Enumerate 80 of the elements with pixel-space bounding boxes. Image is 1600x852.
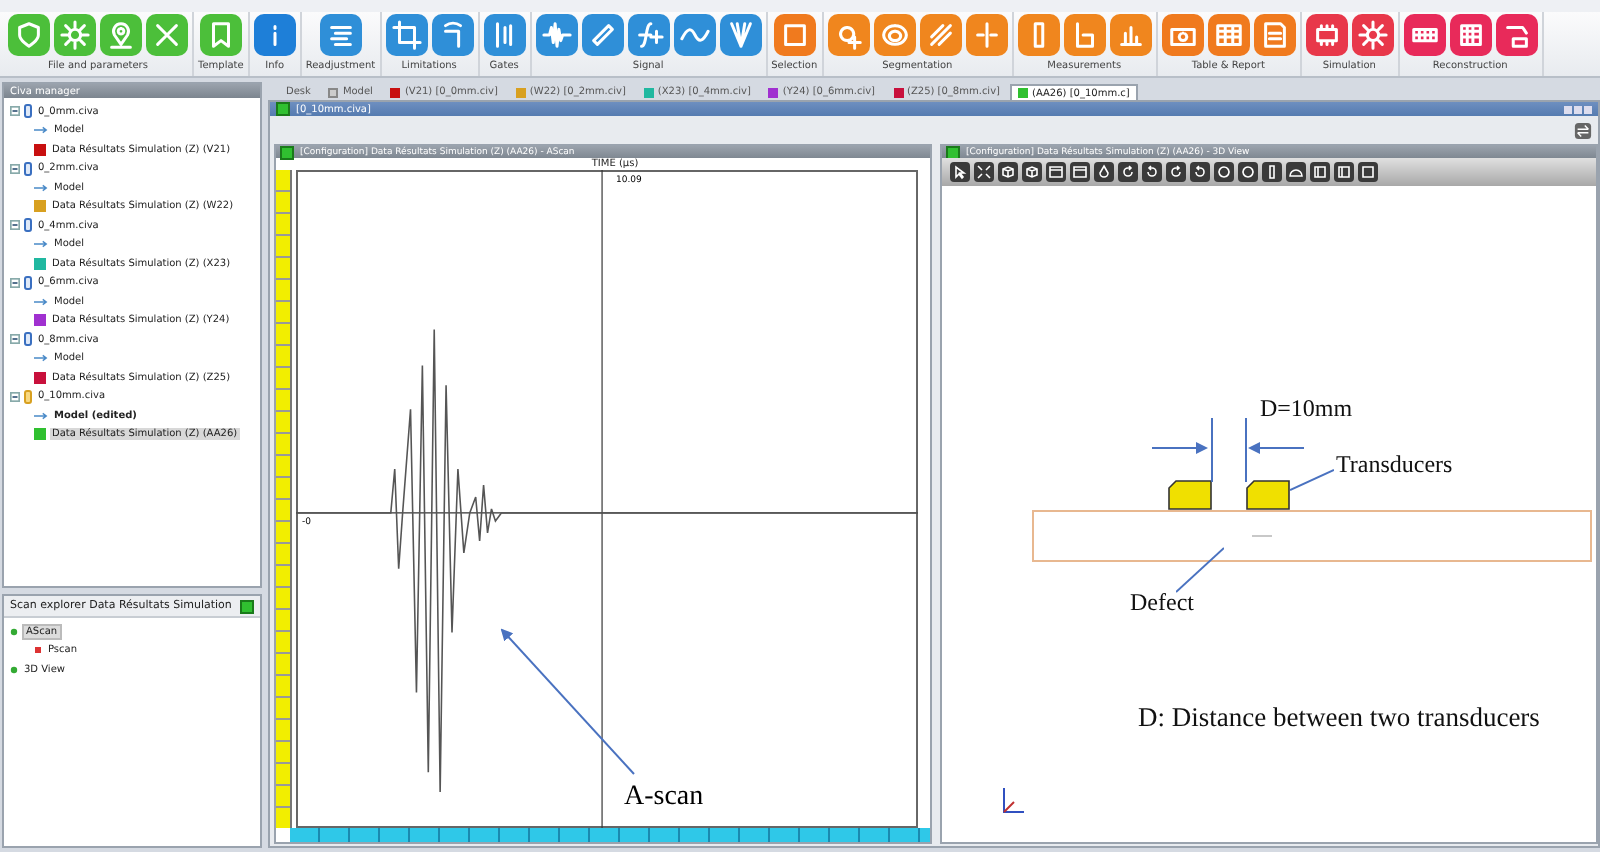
crop-icon[interactable] xyxy=(385,14,428,56)
map-pin-icon[interactable] xyxy=(100,14,142,56)
cube-icon[interactable] xyxy=(998,162,1018,182)
status-square xyxy=(276,102,290,116)
rotate-left-icon[interactable] xyxy=(1118,162,1138,182)
square-icon[interactable] xyxy=(1358,162,1378,182)
node-icon xyxy=(10,665,18,674)
curve-icon[interactable] xyxy=(627,14,670,56)
step-icon[interactable] xyxy=(1063,14,1106,56)
waves-icon[interactable] xyxy=(673,14,716,56)
arrow-icon xyxy=(34,297,48,306)
chip-icon[interactable] xyxy=(1305,14,1348,56)
drop-icon[interactable] xyxy=(1094,162,1114,182)
collapse-icon[interactable] xyxy=(10,391,20,402)
ruler-icon[interactable] xyxy=(581,14,624,56)
dimension-arrow xyxy=(1152,442,1208,454)
caption: D: Distance between two transducers xyxy=(1138,702,1540,734)
arrow-icon xyxy=(34,240,48,249)
expand-icon[interactable] xyxy=(974,162,994,182)
leader-line xyxy=(1176,546,1224,594)
report-icon[interactable] xyxy=(1253,14,1296,56)
rotate-right-icon[interactable] xyxy=(1142,162,1162,182)
sync-icon[interactable] xyxy=(1574,121,1592,139)
circle-plus-icon[interactable] xyxy=(827,14,870,56)
gear-icon[interactable] xyxy=(54,14,96,56)
defect-label: Defect xyxy=(1130,588,1194,618)
status-square xyxy=(280,145,294,159)
defect-mark xyxy=(1252,534,1272,538)
bar-icon[interactable] xyxy=(1262,162,1282,182)
bar-chart-icon[interactable] xyxy=(1109,14,1152,56)
wave-icon[interactable] xyxy=(535,14,578,56)
arrow-icon xyxy=(34,411,48,420)
bars-icon[interactable] xyxy=(483,14,526,56)
annotation-label: A-scan xyxy=(624,782,704,814)
panel-icon[interactable] xyxy=(1334,162,1354,182)
rotate-left-icon[interactable] xyxy=(1166,162,1186,182)
status-square xyxy=(240,599,254,613)
collapse-icon[interactable] xyxy=(10,106,20,117)
shield-icon[interactable] xyxy=(8,14,50,56)
collapse-icon[interactable] xyxy=(10,334,20,345)
circle-icon[interactable] xyxy=(1238,162,1258,182)
cursor-icon[interactable] xyxy=(950,162,970,182)
window-icon[interactable] xyxy=(1046,162,1066,182)
strip-icon[interactable] xyxy=(1403,14,1446,56)
leader-line xyxy=(1290,468,1334,492)
lines-icon[interactable] xyxy=(319,14,362,56)
axis-triad-icon xyxy=(998,782,1026,818)
collapse-icon[interactable] xyxy=(10,277,20,288)
transducer-drawing xyxy=(1168,480,1212,510)
circle-icon[interactable] xyxy=(1214,162,1234,182)
info-icon[interactable] xyxy=(253,14,296,56)
rings-icon[interactable] xyxy=(873,14,916,56)
panel-icon[interactable] xyxy=(1310,162,1330,182)
node-icon xyxy=(10,627,18,636)
status-square xyxy=(946,145,960,159)
fan-icon[interactable] xyxy=(719,14,762,56)
arrow-icon xyxy=(34,354,48,363)
grid-icon[interactable] xyxy=(1449,14,1492,56)
transducer-drawing xyxy=(1246,480,1290,510)
dimension-label: D=10mm xyxy=(1260,394,1353,424)
hatch-icon[interactable] xyxy=(919,14,962,56)
cube-icon[interactable] xyxy=(1022,162,1042,182)
node-icon xyxy=(34,646,42,655)
gear-icon[interactable] xyxy=(1351,14,1394,56)
arrow-icon xyxy=(34,126,48,135)
extension-line xyxy=(1210,418,1214,482)
collapse-icon[interactable] xyxy=(10,163,20,174)
extension-line xyxy=(1244,418,1248,482)
dimension-arrow xyxy=(1248,442,1304,454)
window-controls-icon[interactable] xyxy=(1564,105,1592,113)
arrow-icon xyxy=(34,183,48,192)
window-icon[interactable] xyxy=(1070,162,1090,182)
split-icon[interactable] xyxy=(965,14,1008,56)
transducers-label: Transducers xyxy=(1336,450,1453,480)
table-icon[interactable] xyxy=(1207,14,1250,56)
bookmark-icon[interactable] xyxy=(199,14,242,56)
collapse-icon[interactable] xyxy=(10,220,20,231)
dome-icon[interactable] xyxy=(1286,162,1306,182)
camera-icon[interactable] xyxy=(1161,14,1204,56)
rotate-right-icon[interactable] xyxy=(1190,162,1210,182)
